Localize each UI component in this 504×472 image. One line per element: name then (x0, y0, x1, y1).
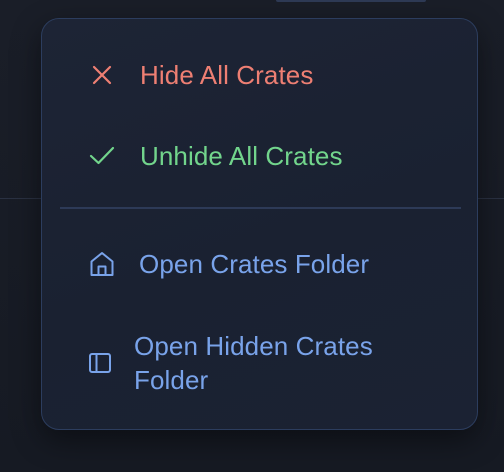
open-hidden-crates-folder-menu-item[interactable]: Open Hidden Crates Folder (42, 328, 477, 398)
open-hidden-crates-folder-label: Open Hidden Crates Folder (134, 331, 373, 395)
home-icon (89, 251, 115, 277)
context-menu: Hide All Crates Unhide All Crates Open C… (41, 18, 478, 430)
open-crates-folder-label: Open Crates Folder (139, 249, 370, 279)
open-crates-folder-menu-item[interactable]: Open Crates Folder (42, 244, 477, 284)
unhide-all-crates-menu-item[interactable]: Unhide All Crates (42, 136, 477, 176)
unhide-all-crates-label: Unhide All Crates (140, 141, 343, 171)
sidebar-panel-icon (87, 350, 113, 376)
check-icon (89, 143, 115, 169)
background-tab-indicator (276, 0, 426, 2)
close-icon (89, 62, 115, 88)
hide-all-crates-label: Hide All Crates (140, 60, 314, 90)
hide-all-crates-menu-item[interactable]: Hide All Crates (42, 55, 477, 95)
menu-divider (60, 207, 461, 209)
